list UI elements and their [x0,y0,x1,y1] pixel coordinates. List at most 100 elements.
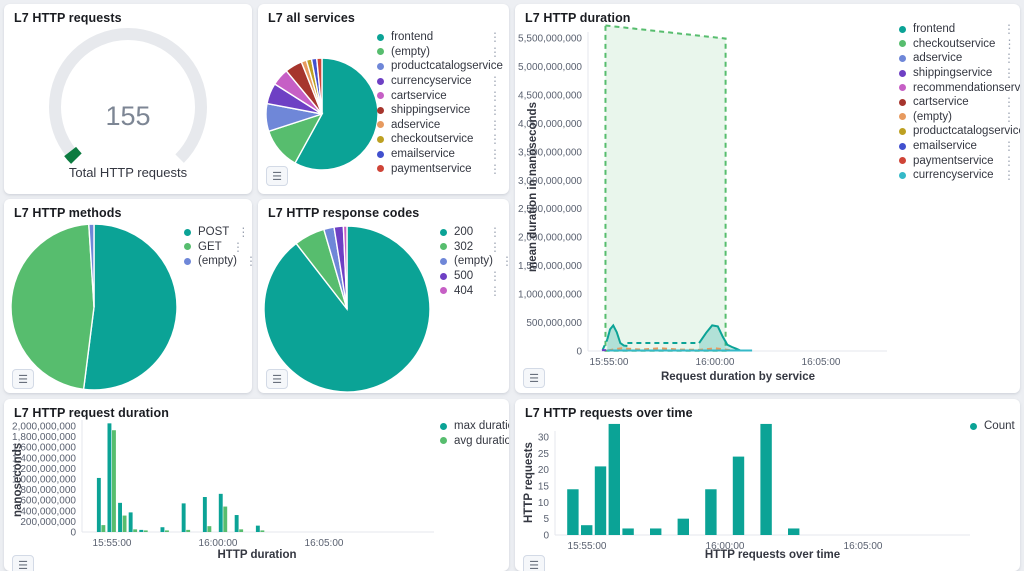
bar-avg duration[interactable] [186,530,190,532]
bar-avg duration[interactable] [144,530,148,532]
kebab-menu-icon[interactable]: ⋮ [995,97,1015,107]
kebab-menu-icon[interactable]: ⋮ [481,32,501,42]
kebab-menu-icon[interactable]: ⋮ [481,242,501,252]
kebab-menu-icon[interactable]: ⋮ [995,53,1015,63]
bar-Count[interactable] [760,424,771,535]
bar-max duration[interactable] [256,526,260,532]
legend-item[interactable]: checkoutservice⋮ [899,37,1015,52]
legend-item[interactable]: 404⋮ [440,283,501,298]
bar-Count[interactable] [678,519,689,535]
legend-item[interactable]: avg duration [440,434,509,449]
legend-item[interactable]: paymentservice⋮ [377,161,501,176]
legend-item[interactable]: shippingservice⋮ [377,103,501,118]
kebab-menu-icon[interactable]: ⋮ [481,47,501,57]
legend-toggle-button[interactable]: ☰ [12,555,34,571]
kebab-menu-icon[interactable]: ⋮ [995,39,1015,49]
legend-item[interactable]: max duration [440,419,509,434]
legend-toggle-button[interactable]: ☰ [523,368,545,388]
legend-item[interactable]: currencyservice⋮ [899,168,1015,183]
pie-slice-GET[interactable] [11,224,94,389]
kebab-menu-icon[interactable]: ⋮ [481,134,501,144]
bar-Count[interactable] [705,489,716,535]
kebab-menu-icon[interactable]: ⋮ [995,112,1015,122]
legend-item[interactable]: POST⋮ [184,225,244,240]
bar-max duration[interactable] [129,512,133,532]
legend-item[interactable]: (empty)⋮ [899,110,1015,125]
legend-item[interactable]: frontend⋮ [899,22,1015,37]
request-duration-bar-chart[interactable]: 0200,000,000400,000,000600,000,000800,00… [4,399,509,571]
kebab-menu-icon[interactable]: ⋮ [995,170,1015,180]
pie-slice-POST[interactable] [84,224,177,390]
legend-item[interactable]: adservice⋮ [899,51,1015,66]
bar-avg duration[interactable] [133,529,137,532]
bar-max duration[interactable] [219,494,223,532]
bar-max duration[interactable] [182,503,186,532]
kebab-menu-icon[interactable]: ⋮ [481,164,501,174]
bar-Count[interactable] [581,525,592,535]
bar-Count[interactable] [595,466,606,535]
bar-avg duration[interactable] [223,507,227,532]
kebab-menu-icon[interactable]: ⋮ [481,271,501,281]
kebab-menu-icon[interactable]: ⋮ [995,141,1015,151]
kebab-menu-icon[interactable]: ⋮ [481,76,501,86]
legend-item[interactable]: productcatalogservice⋮ [899,124,1015,139]
bar-Count[interactable] [567,489,578,535]
kebab-menu-icon[interactable]: ⋮ [481,91,501,101]
kebab-menu-icon[interactable]: ⋮ [493,256,509,266]
gauge-chart[interactable]: 155 Total HTTP requests [4,4,252,194]
requests-over-time-bar-chart[interactable]: 05101520253015:55:0016:00:0016:05:00 [515,399,1020,571]
bar-Count[interactable] [650,528,661,535]
legend-toggle-button[interactable]: ☰ [266,166,288,186]
bar-avg duration[interactable] [239,529,243,532]
legend-item[interactable]: shippingservice⋮ [899,66,1015,81]
bar-avg duration[interactable] [260,530,264,532]
bar-max duration[interactable] [108,423,112,532]
bar-max duration[interactable] [97,478,101,532]
legend-item[interactable]: cartservice⋮ [377,88,501,103]
kebab-menu-icon[interactable]: ⋮ [995,68,1015,78]
kebab-menu-icon[interactable]: ⋮ [481,105,501,115]
bar-avg duration[interactable] [165,530,169,532]
bar-avg duration[interactable] [112,430,116,532]
legend-toggle-button[interactable]: ☰ [12,369,34,389]
legend-item[interactable]: (empty)⋮ [440,254,501,269]
legend-item[interactable]: Count [970,419,1015,434]
kebab-menu-icon[interactable]: ⋮ [995,156,1015,166]
legend-toggle-button[interactable]: ☰ [266,369,288,389]
legend-toggle-button[interactable]: ☰ [523,555,545,571]
legend-item[interactable]: cartservice⋮ [899,95,1015,110]
bar-max duration[interactable] [139,530,143,532]
legend-item[interactable]: frontend⋮ [377,30,501,45]
bar-max duration[interactable] [118,503,122,532]
legend-item[interactable]: (empty)⋮ [377,45,501,60]
kebab-menu-icon[interactable]: ⋮ [481,286,501,296]
legend-item[interactable]: currencyservice⋮ [377,74,501,89]
legend-item[interactable]: adservice⋮ [377,118,501,133]
bar-Count[interactable] [622,528,633,535]
legend-item[interactable]: recommendationservice⋮ [899,80,1015,95]
bar-Count[interactable] [609,424,620,535]
bar-avg duration[interactable] [123,516,127,532]
bar-max duration[interactable] [161,527,165,532]
kebab-menu-icon[interactable]: ⋮ [481,120,501,130]
bar-Count[interactable] [788,528,799,535]
bar-Count[interactable] [733,457,744,535]
kebab-menu-icon[interactable]: ⋮ [481,149,501,159]
bar-avg duration[interactable] [207,526,211,532]
legend-item[interactable]: GET⋮ [184,240,244,255]
bar-avg duration[interactable] [101,525,105,532]
legend-item[interactable]: 500⋮ [440,269,501,284]
kebab-menu-icon[interactable]: ⋮ [229,227,249,237]
legend-item[interactable]: emailservice⋮ [899,139,1015,154]
legend-item[interactable]: 302⋮ [440,240,501,255]
legend-item[interactable]: productcatalogservice⋮ [377,59,501,74]
legend-item[interactable]: checkoutservice⋮ [377,132,501,147]
legend-item[interactable]: paymentservice⋮ [899,153,1015,168]
bar-max duration[interactable] [235,515,239,532]
kebab-menu-icon[interactable]: ⋮ [481,227,501,237]
bar-max duration[interactable] [203,497,207,532]
kebab-menu-icon[interactable]: ⋮ [237,256,252,266]
legend-item[interactable]: emailservice⋮ [377,147,501,162]
legend-item[interactable]: (empty)⋮ [184,254,244,269]
legend-item[interactable]: 200⋮ [440,225,501,240]
